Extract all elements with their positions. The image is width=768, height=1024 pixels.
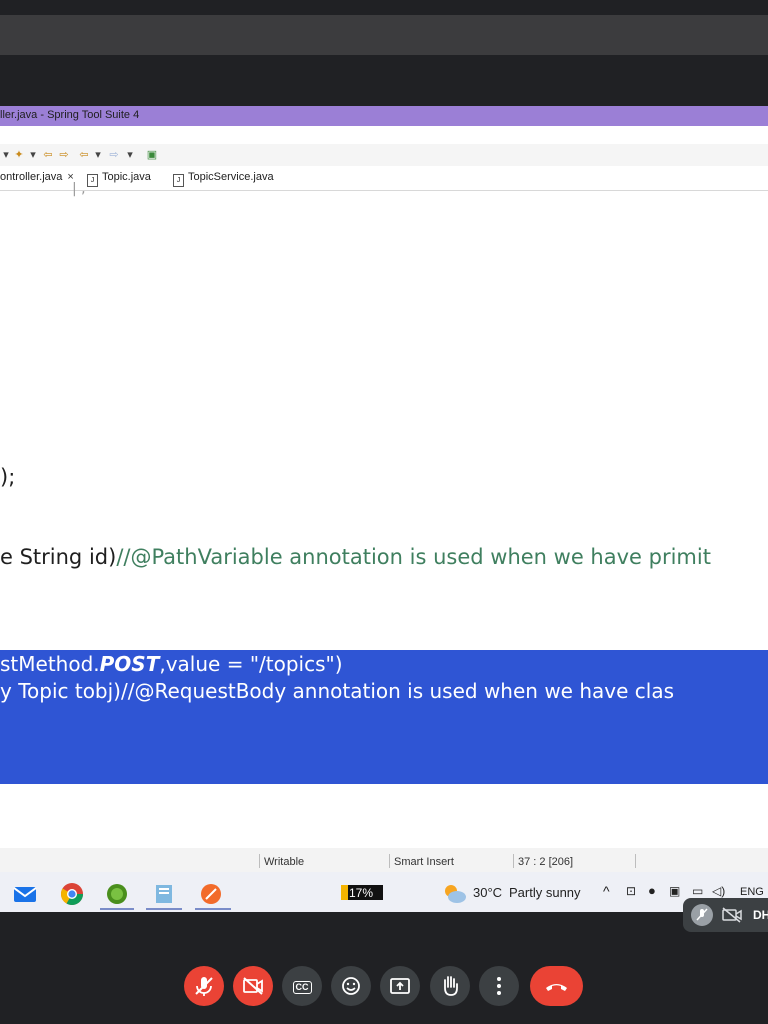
tab-topic[interactable]: J Topic.java	[87, 171, 151, 187]
code-text: e String id)	[0, 545, 117, 569]
battery-icon[interactable]: ▭	[692, 884, 703, 898]
code-line: e String id)//@PathVariable annotation i…	[0, 545, 711, 569]
present-icon[interactable]	[380, 966, 420, 1006]
ide-title-bar: ller.java - Spring Tool Suite 4	[0, 106, 768, 126]
captions-text: CC	[292, 981, 312, 994]
more-icon[interactable]	[479, 966, 519, 1006]
chevron-up-icon[interactable]: ^	[603, 883, 610, 899]
code-line: );	[0, 465, 16, 489]
selected-code-block[interactable]: stMethod.POST,value = "/topics") y Topic…	[0, 650, 768, 784]
mic-off-icon[interactable]	[184, 966, 224, 1006]
code-text: ,value = "/topics")	[159, 652, 343, 676]
call-controls: CC	[0, 960, 768, 1012]
dropdown-icon[interactable]: ▾	[0, 149, 12, 161]
battery-indicator: 17%	[341, 885, 383, 900]
status-insert-mode: Smart Insert	[394, 856, 454, 868]
code-line: | ,	[72, 181, 86, 197]
speaker-icon[interactable]: ◁)	[712, 884, 725, 898]
camera-off-icon[interactable]	[233, 966, 273, 1006]
tab-label: Topic.java	[102, 171, 151, 183]
address-bar-area	[0, 15, 768, 55]
code-line: stMethod.POST,value = "/topics")	[0, 652, 343, 676]
raise-hand-icon[interactable]	[430, 966, 470, 1006]
weather-description: Partly sunny	[509, 885, 581, 900]
left-arrow-icon[interactable]: ⇦	[78, 149, 90, 161]
tab-controller[interactable]: ontroller.java ×	[0, 171, 74, 183]
code-keyword: POST	[99, 652, 160, 676]
status-writable: Writable	[264, 856, 305, 868]
ide-status-bar: Writable Smart Insert 37 : 2 [206]	[0, 848, 768, 872]
bug-icon[interactable]: ✦	[13, 149, 25, 161]
tab-label: TopicService.java	[188, 171, 274, 183]
window-title: ller.java - Spring Tool Suite 4	[0, 109, 140, 121]
editor-tabs: ontroller.java × J Topic.java J TopicServic…	[0, 166, 768, 191]
orange-app-icon[interactable]	[198, 881, 224, 907]
code-text: stMethod.	[0, 652, 100, 676]
mic-off-icon	[691, 904, 713, 926]
right-arrow-icon[interactable]: ⇨	[108, 149, 120, 161]
status-cursor-position: 37 : 2 [206]	[518, 856, 574, 868]
tab-label: ontroller.java	[0, 171, 63, 183]
display-icon[interactable]: ▣	[669, 884, 680, 898]
end-call-icon[interactable]	[530, 966, 583, 1006]
dropdown-icon[interactable]: ▾	[27, 149, 39, 161]
notepad-icon[interactable]	[151, 881, 177, 907]
camera-off-icon	[721, 906, 743, 929]
dropdown-icon[interactable]: ▾	[92, 149, 104, 161]
weather-temp: 30°C	[473, 885, 503, 900]
mail-icon[interactable]	[12, 881, 38, 907]
code-line: y Topic tobj)//@RequestBody annotation i…	[0, 679, 674, 703]
captions-icon[interactable]: CC	[282, 966, 322, 1006]
ide-toolbar: ▾ ✦ ▾ ⇦ ⇨ ⇦ ▾ ⇨ ▾ ▣	[0, 144, 768, 167]
weather-icon[interactable]	[443, 883, 467, 910]
emoji-icon[interactable]	[331, 966, 371, 1006]
battery-percent: 17%	[349, 886, 374, 900]
back-arrow-icon[interactable]: ⇦	[42, 149, 54, 161]
java-file-icon: J	[87, 174, 98, 187]
shared-screen: ller.java - Spring Tool Suite 4 ▾ ✦ ▾ ⇦ …	[0, 106, 768, 912]
spring-tool-suite-icon[interactable]	[104, 881, 130, 907]
self-name-label: DH	[753, 908, 768, 922]
open-icon[interactable]: ▣	[146, 149, 158, 161]
code-comment: //@PathVariable annotation is used when …	[116, 545, 711, 569]
chrome-icon[interactable]	[59, 881, 85, 907]
java-file-icon: J	[173, 174, 184, 187]
dropdown-icon[interactable]: ▾	[124, 149, 136, 161]
forward-arrow-icon[interactable]: ⇨	[58, 149, 70, 161]
network-icon[interactable]: ⊡	[626, 884, 636, 898]
microphone-icon[interactable]: ●	[648, 883, 656, 898]
top-chrome	[0, 0, 768, 15]
tab-topicservice[interactable]: J TopicService.java	[173, 171, 274, 187]
windows-taskbar: 17% 30°C Partly sunny ^ ⊡ ● ▣ ▭ ◁) ENG	[0, 872, 768, 912]
language-indicator[interactable]: ENG	[740, 886, 764, 898]
self-view-tile[interactable]: DH	[683, 898, 768, 932]
